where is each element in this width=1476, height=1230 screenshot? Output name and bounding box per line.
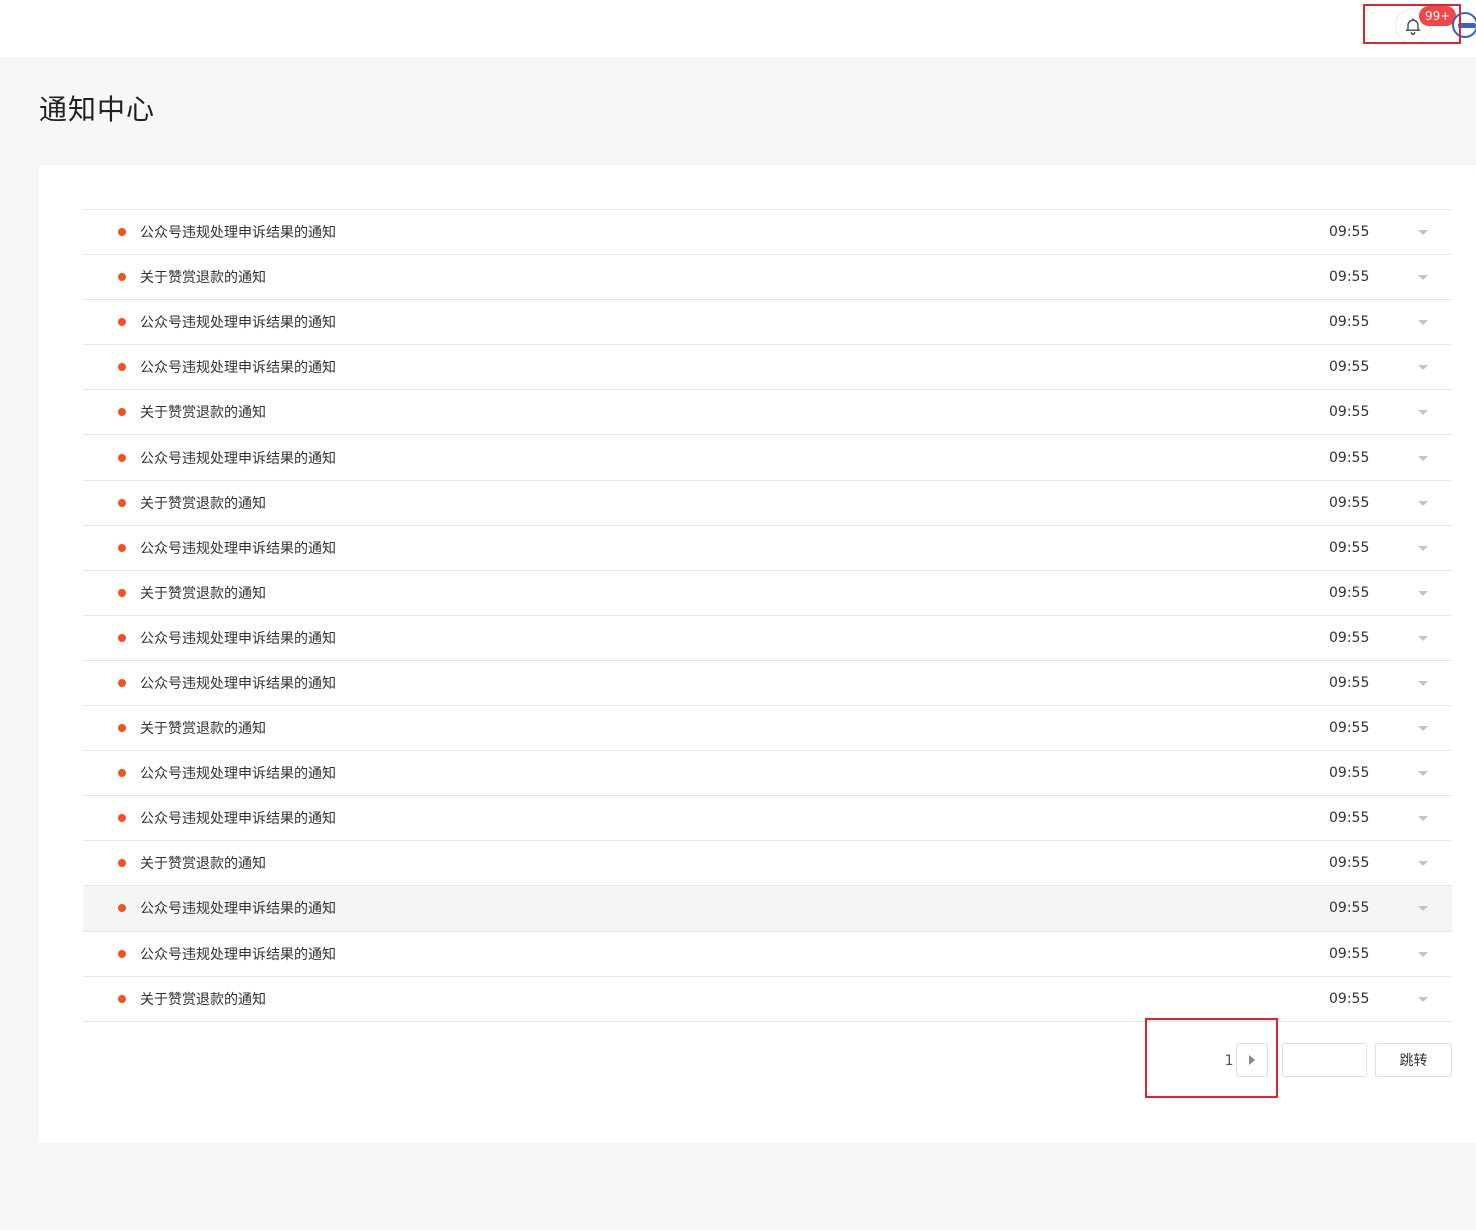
notification-row[interactable]: 关于赞赏退款的通知 09:55 [83,255,1452,301]
highlight-box-notifications [1363,4,1461,44]
notification-title[interactable]: 公众号违规处理申诉结果的通知 [140,763,336,783]
notification-title[interactable]: 关于赞赏退款的通知 [140,267,266,287]
expand-caret-icon[interactable] [1418,545,1428,551]
unread-dot-icon [118,498,126,507]
notification-title[interactable]: 公众号违规处理申诉结果的通知 [140,357,336,377]
notification-row[interactable]: 关于赞赏退款的通知 09:55 [83,977,1452,1022]
notification-time: 09:55 [1329,494,1370,511]
unread-dot-icon [118,318,126,327]
notification-row[interactable]: 关于赞赏退款的通知 09:55 [83,481,1452,526]
notification-time: 09:55 [1329,945,1370,962]
expand-caret-icon[interactable] [1418,365,1428,371]
notification-list: 公众号违规处理申诉结果的通知 09:55 关于赞赏退款的通知 09:55 公众号违规处理… [83,209,1452,1022]
notification-row[interactable]: 公众号违规处理申诉结果的通知 09:55 [83,616,1452,661]
notification-title[interactable]: 公众号违规处理申诉结果的通知 [140,628,336,648]
notification-row[interactable]: 公众号违规处理申诉结果的通知 09:55 [83,886,1452,932]
notification-time: 09:55 [1329,314,1370,331]
notification-row[interactable]: 公众号违规处理申诉结果的通知 09:55 [83,751,1452,797]
notification-title[interactable]: 公众号违规处理申诉结果的通知 [140,898,336,918]
notification-time: 09:55 [1329,629,1370,646]
notification-time: 09:55 [1329,269,1370,286]
notification-title[interactable]: 公众号违规处理申诉结果的通知 [140,222,336,242]
notification-title[interactable]: 公众号违规处理申诉结果的通知 [140,944,336,964]
unread-dot-icon [118,859,126,868]
unread-dot-icon [118,904,126,913]
notification-title[interactable]: 关于赞赏退款的通知 [140,402,266,422]
notification-row[interactable]: 关于赞赏退款的通知 09:55 [83,706,1452,752]
notification-title[interactable]: 公众号违规处理申诉结果的通知 [140,808,336,828]
top-bar: 99+ [0,0,1476,57]
unread-dot-icon [118,408,126,417]
page-title: 通知中心 [39,93,156,126]
expand-caret-icon[interactable] [1418,635,1428,641]
notification-title[interactable]: 公众号违规处理申诉结果的通知 [140,448,336,468]
notification-row[interactable]: 公众号违规处理申诉结果的通知 09:55 [83,435,1452,481]
notification-title[interactable]: 公众号违规处理申诉结果的通知 [140,312,336,332]
unread-dot-icon [118,994,126,1003]
expand-caret-icon[interactable] [1418,500,1428,506]
expand-caret-icon[interactable] [1418,275,1428,281]
unread-dot-icon [118,633,126,642]
highlight-box-pagination [1145,1018,1278,1098]
notification-row[interactable]: 关于赞赏退款的通知 09:55 [83,841,1452,887]
unread-dot-icon [118,228,126,237]
notification-title[interactable]: 关于赞赏退款的通知 [140,583,266,603]
notification-row[interactable]: 关于赞赏退款的通知 09:55 [83,571,1452,616]
notification-row[interactable]: 公众号违规处理申诉结果的通知 09:55 [83,300,1452,346]
notification-title[interactable]: 关于赞赏退款的通知 [140,718,266,738]
expand-caret-icon[interactable] [1418,230,1428,236]
expand-caret-icon[interactable] [1418,951,1428,957]
unread-dot-icon [118,949,126,958]
expand-caret-icon[interactable] [1418,455,1428,461]
notification-time: 09:55 [1329,765,1370,782]
notification-time: 09:55 [1329,810,1370,827]
expand-caret-icon[interactable] [1418,590,1428,596]
notification-row[interactable]: 公众号违规处理申诉结果的通知 09:55 [83,526,1452,571]
notification-row[interactable]: 公众号违规处理申诉结果的通知 09:55 [83,210,1452,256]
notification-title[interactable]: 公众号违规处理申诉结果的通知 [140,673,336,693]
notification-time: 09:55 [1329,359,1370,376]
notification-title[interactable]: 关于赞赏退款的通知 [140,493,266,513]
notification-row[interactable]: 公众号违规处理申诉结果的通知 09:55 [83,661,1452,707]
expand-caret-icon[interactable] [1418,320,1428,326]
notification-time: 09:55 [1329,404,1370,421]
notification-time: 09:55 [1329,449,1370,466]
expand-caret-icon[interactable] [1418,816,1428,822]
unread-dot-icon [118,588,126,597]
unread-dot-icon [118,769,126,778]
notification-title[interactable]: 公众号违规处理申诉结果的通知 [140,538,336,558]
notification-time: 09:55 [1329,224,1370,241]
notification-row[interactable]: 关于赞赏退款的通知 09:55 [83,390,1452,436]
unread-dot-icon [118,363,126,372]
notification-time: 09:55 [1329,990,1370,1007]
unread-dot-icon [118,543,126,552]
notification-time: 09:55 [1329,584,1370,601]
jump-page-input[interactable] [1282,1043,1367,1077]
notification-time: 09:55 [1329,674,1370,691]
expand-caret-icon[interactable] [1418,726,1428,732]
unread-dot-icon [118,724,126,733]
notification-row[interactable]: 公众号违规处理申诉结果的通知 09:55 [83,932,1452,977]
notification-row[interactable]: 公众号违规处理申诉结果的通知 09:55 [83,345,1452,391]
expand-caret-icon[interactable] [1418,680,1428,686]
expand-caret-icon[interactable] [1418,861,1428,867]
notification-title[interactable]: 关于赞赏退款的通知 [140,989,266,1009]
expand-caret-icon[interactable] [1418,410,1428,416]
notification-row[interactable]: 公众号违规处理申诉结果的通知 09:55 [83,796,1452,842]
notification-time: 09:55 [1329,855,1370,872]
expand-caret-icon[interactable] [1418,906,1428,912]
unread-dot-icon [118,678,126,687]
notification-time: 09:55 [1329,720,1370,737]
jump-button[interactable]: 跳转 [1375,1043,1452,1077]
notification-title[interactable]: 关于赞赏退款的通知 [140,853,266,873]
notification-time: 09:55 [1329,900,1370,917]
expand-caret-icon[interactable] [1418,771,1428,777]
notification-time: 09:55 [1329,539,1370,556]
unread-dot-icon [118,814,126,823]
unread-dot-icon [118,273,126,282]
unread-dot-icon [118,453,126,462]
notification-panel: 公众号违规处理申诉结果的通知 09:55 关于赞赏退款的通知 09:55 公众号违规处理… [39,165,1476,1143]
expand-caret-icon[interactable] [1418,996,1428,1002]
